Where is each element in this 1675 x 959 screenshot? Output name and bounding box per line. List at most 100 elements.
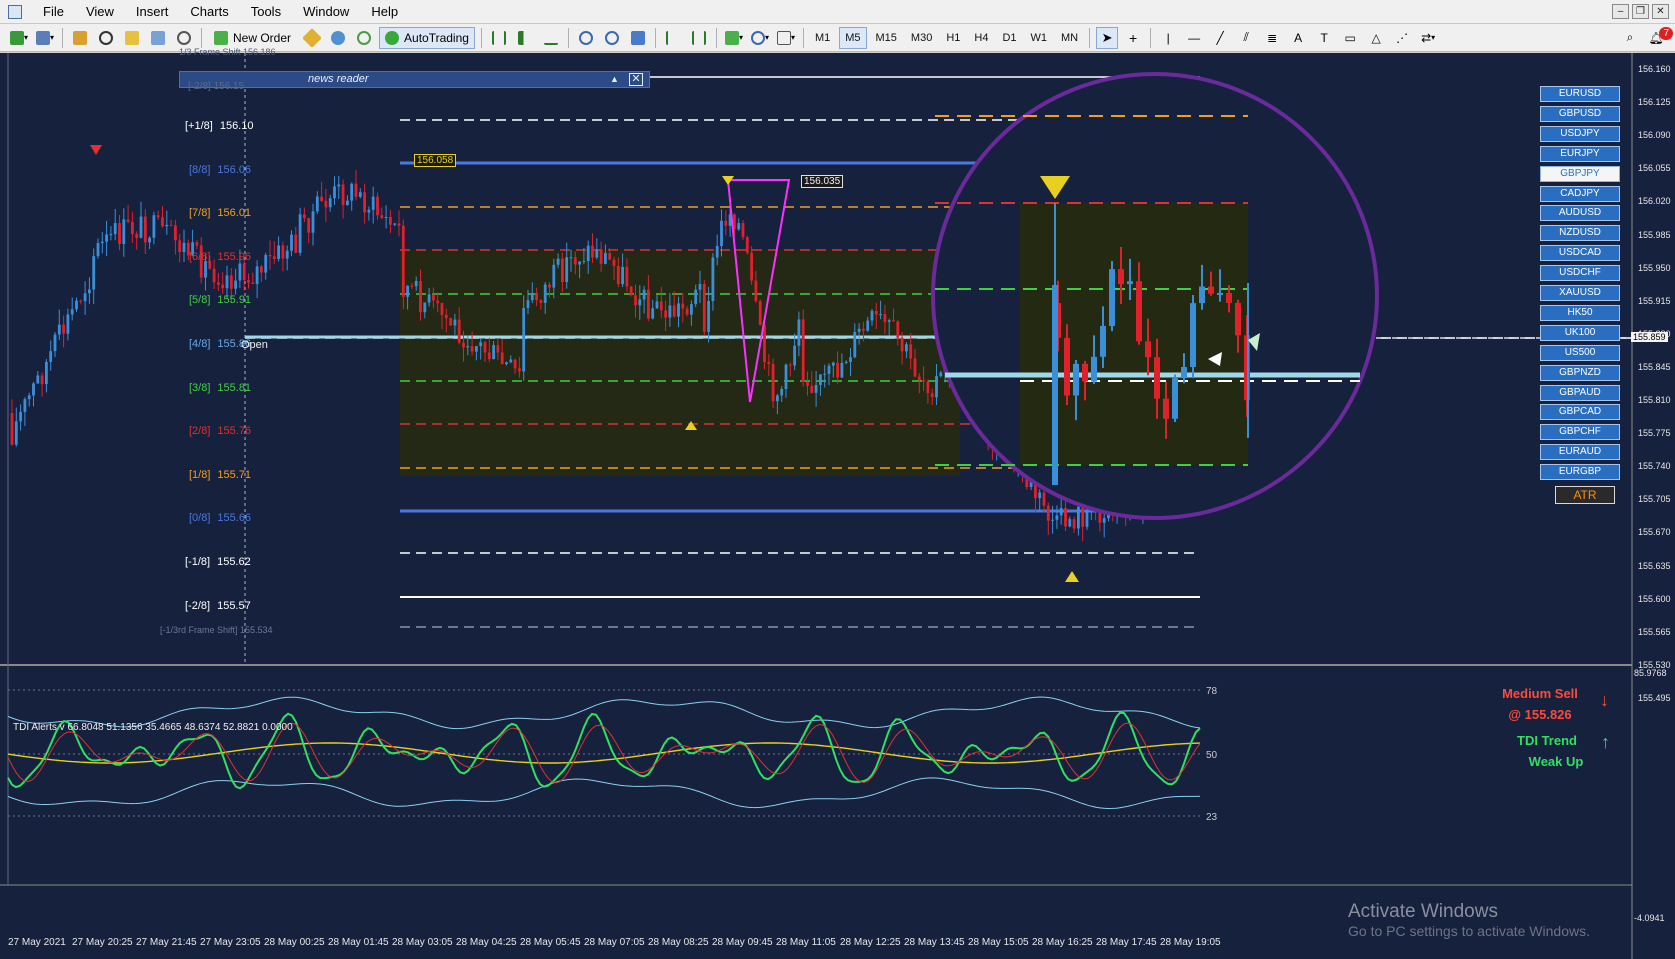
templates-button[interactable]: ▾ [775,27,797,49]
menu-view[interactable]: View [75,0,125,24]
periods-button[interactable]: ▾ [749,27,771,49]
notifications-button[interactable]: 🔔︎ 7 [1645,26,1673,49]
profiles-button[interactable]: ▾ [34,27,56,49]
symbol-button-eurusd[interactable]: EURUSD [1540,86,1620,102]
vertical-line-button[interactable]: | [1157,27,1179,49]
news-reader-panel[interactable]: news reader ▲ ✕ [179,71,650,88]
fibonacci-button[interactable]: ≣ [1261,27,1283,49]
candle-body [788,364,792,366]
timeframe-mn[interactable]: MN [1056,27,1083,49]
timeframe-m5[interactable]: M5 [839,26,867,49]
symbol-button-usdjpy[interactable]: USDJPY [1540,125,1620,142]
menu-charts[interactable]: Charts [179,0,239,24]
zoom-in-button[interactable] [575,27,597,49]
symbol-button-gbpcad[interactable]: GBPCAD [1540,404,1620,421]
search-button[interactable]: ⌕ [1619,27,1641,49]
candle-body [573,257,577,265]
timeframe-h1[interactable]: H1 [941,27,965,49]
zoom-candle-body [1091,356,1097,382]
symbol-button-gbpjpy[interactable]: GBPJPY [1540,165,1620,182]
price-chart-canvas[interactable] [0,53,1675,959]
text-label-button[interactable]: T [1313,27,1335,49]
data-window-button[interactable] [95,27,117,49]
signals-button[interactable] [327,27,349,49]
symbol-button-audusd[interactable]: AUDUSD [1540,205,1620,222]
minimize-icon[interactable]: – [1612,4,1629,19]
trendline-button[interactable]: ╱ [1209,27,1231,49]
chart-shift-button[interactable] [688,27,710,49]
zoom-out-button[interactable] [601,27,623,49]
symbol-button-usdcad[interactable]: USDCAD [1540,245,1620,262]
timeframe-m30[interactable]: M30 [906,27,937,49]
candle-body [500,352,504,365]
murrey-level-label: [6/8] 155.96 [189,251,251,263]
symbol-button-xauusd[interactable]: XAUUSD [1540,285,1620,301]
symbol-button-gbpusd[interactable]: GBPUSD [1540,105,1620,122]
arrows-button[interactable]: ⇄ ▾ [1417,27,1439,49]
symbol-button-nzdusd[interactable]: NZDUSD [1540,225,1620,242]
equidistant-channel-button[interactable]: ⫽ [1235,27,1257,49]
tdi-lower-band [7,777,1201,810]
cursor-button[interactable]: ➤ [1096,26,1119,49]
line-chart-button[interactable] [540,27,562,49]
meta-editor-button[interactable] [301,27,323,49]
candle-body [543,284,547,303]
candle-body [599,249,603,264]
candlestick-button[interactable] [514,27,536,49]
symbol-button-eurgbp[interactable]: EURGBP [1540,464,1620,481]
timeframe-w1[interactable]: W1 [1026,27,1053,49]
bar-chart-button[interactable] [488,27,510,49]
menu-file[interactable]: File [32,0,75,24]
triangle-button[interactable]: △ [1365,27,1387,49]
tdi-trend-value: Weak Up [1528,754,1584,769]
menu-insert[interactable]: Insert [125,0,180,24]
candle-body [913,358,917,377]
candle-body [505,362,508,365]
candle-body [156,215,160,218]
timeframe-m1[interactable]: M1 [810,27,835,49]
timeframe-m15[interactable]: M15 [871,27,902,49]
tester-button[interactable] [173,27,195,49]
candle-body [758,301,762,325]
symbol-button-gbpchf[interactable]: GBPCHF [1540,424,1620,441]
text-button[interactable]: A [1287,27,1309,49]
candle-body [647,289,650,319]
new-order-button[interactable]: New Order [208,27,297,49]
collapse-icon[interactable]: ▲ [610,72,619,87]
gann-fan-button[interactable]: ⋰ [1391,27,1413,49]
symbol-button-eurjpy[interactable]: EURJPY [1540,145,1620,162]
menu-window[interactable]: Window [292,0,360,24]
timeframe-h4[interactable]: H4 [969,27,993,49]
tile-windows-button[interactable] [627,27,649,49]
indicators-button[interactable]: ▾ [723,27,745,49]
candle-body [905,344,908,352]
price-axis-tick: 156.160 [1638,64,1671,74]
chart-window[interactable]: news reader ▲ ✕ [-2/8] 156.15 1/3 Frame … [0,47,1675,959]
menu-help[interactable]: Help [360,0,409,24]
auto-scroll-button[interactable] [662,27,684,49]
terminal-button[interactable] [147,27,169,49]
symbol-button-us500[interactable]: US500 [1540,344,1620,361]
candle-body [457,319,461,343]
vps-button[interactable] [353,27,375,49]
symbol-button-gbpaud[interactable]: GBPAUD [1540,384,1620,401]
restore-icon[interactable]: ❐ [1632,4,1649,19]
crosshair-button[interactable]: + [1122,27,1144,49]
rectangle-button[interactable]: ▭ [1339,27,1361,49]
close-icon[interactable]: ✕ [1652,4,1669,19]
symbol-button-gbpnzd[interactable]: GBPNZD [1540,364,1620,381]
atr-button[interactable]: ATR [1555,486,1615,504]
symbol-button-uk100[interactable]: UK100 [1540,324,1620,341]
symbol-button-cadjpy[interactable]: CADJPY [1540,185,1620,202]
menu-tools[interactable]: Tools [240,0,292,24]
market-watch-button[interactable] [69,27,91,49]
symbol-button-euraud[interactable]: EURAUD [1540,444,1620,461]
navigator-button[interactable] [121,27,143,49]
new-chart-button[interactable]: ▾ [8,27,30,49]
symbol-button-usdchf[interactable]: USDCHF [1540,265,1620,282]
horizontal-line-button[interactable]: — [1183,27,1205,49]
close-icon[interactable]: ✕ [629,73,643,86]
timeframe-d1[interactable]: D1 [997,27,1021,49]
symbol-button-hk50[interactable]: HK50 [1540,304,1620,321]
autotrading-button[interactable]: AutoTrading [379,26,475,49]
